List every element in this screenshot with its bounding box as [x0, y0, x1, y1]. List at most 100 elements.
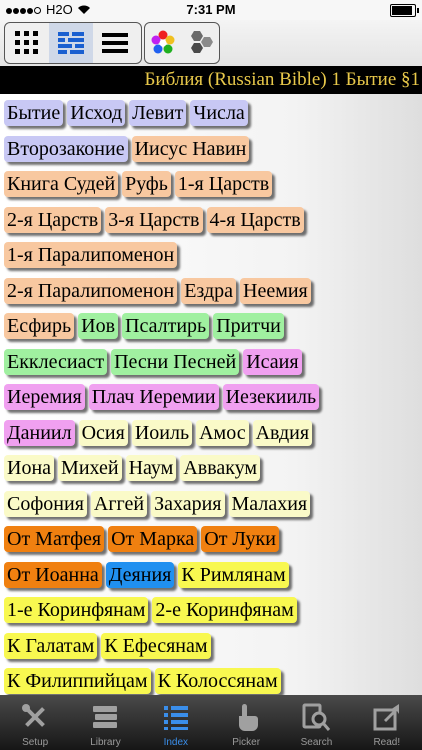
book-button[interactable]: От Луки — [201, 526, 279, 552]
book-button[interactable]: Иезекииль — [222, 384, 320, 410]
book-button[interactable]: Исход — [67, 100, 126, 126]
book-button[interactable]: 1-е Коринфянам — [4, 597, 149, 623]
book-button[interactable]: Ездра — [181, 277, 236, 304]
book-button[interactable]: Захария — [151, 490, 225, 517]
book-button[interactable]: Исаия — [243, 348, 302, 375]
list-view-button[interactable] — [49, 23, 93, 63]
view-mode-group — [4, 22, 142, 64]
passage-title-bar[interactable]: Библия (Russian Bible) 1 Бытие §1 — [0, 66, 422, 94]
book-button[interactable]: Амос — [196, 419, 249, 446]
passage-title: Библия (Russian Bible) 1 Бытие §1 — [144, 69, 420, 90]
book-button[interactable]: Псалтирь — [122, 313, 210, 339]
tab-label: Index — [163, 737, 189, 748]
book-row: Книга Судей Руфь 1-я Царств — [4, 171, 276, 199]
book-button[interactable]: Деяния — [105, 561, 175, 588]
book-button[interactable]: 2-е Коринфянам — [152, 597, 297, 623]
tab-label: Read! — [373, 737, 401, 748]
book-button[interactable]: Числа — [190, 100, 248, 126]
book-button[interactable]: 3-я Царств — [105, 206, 203, 233]
grid-view-button[interactable] — [5, 23, 49, 63]
toolbar — [0, 20, 422, 66]
book-row: Софония Аггей Захария Малахия — [4, 490, 314, 519]
book-button[interactable]: Наум — [125, 455, 177, 481]
book-button[interactable]: Иисус Навин — [131, 135, 250, 162]
book-row: От Матфея От Марка От Луки — [4, 526, 283, 554]
book-button[interactable]: Аввакум — [180, 455, 261, 481]
battery-icon — [390, 4, 419, 17]
lines-view-icon — [102, 33, 128, 53]
color-scheme-button[interactable] — [145, 23, 181, 63]
book-button[interactable]: От Марка — [108, 526, 198, 552]
tab-setup[interactable]: Setup — [0, 695, 70, 750]
book-row: К Галатам К Ефесянам — [4, 632, 215, 661]
hand-pointer-icon — [231, 702, 261, 737]
books-icon — [90, 702, 120, 737]
book-row: 1-е Коринфянам 2-е Коринфянам — [4, 597, 301, 625]
book-row: Даниил Осия Иоиль Амос Авдия — [4, 419, 316, 448]
book-button[interactable]: К Филиппийцам — [4, 668, 151, 694]
book-button[interactable]: Михей — [58, 455, 122, 481]
tab-bar: Setup Library Index Picker Search Read! — [0, 695, 422, 750]
book-row: Бытие Исход Левит Числа — [4, 100, 252, 128]
book-button[interactable]: К Ефесянам — [101, 632, 211, 659]
book-row: Иеремия Плач Иеремии Иезекииль — [4, 384, 323, 412]
book-button[interactable]: К Римлянам — [178, 561, 289, 588]
book-button[interactable]: Осия — [78, 419, 128, 446]
book-row: Второзаконие Иисус Навин — [4, 135, 253, 164]
index-list-icon — [161, 702, 191, 737]
book-button[interactable]: 2-я Паралипоменон — [4, 277, 178, 304]
book-button[interactable]: Иеремия — [4, 384, 85, 410]
book-button[interactable]: Второзаконие — [4, 135, 128, 162]
book-button[interactable]: К Галатам — [4, 632, 98, 659]
book-button[interactable]: Руфь — [122, 171, 171, 197]
book-button[interactable]: Даниил — [4, 419, 75, 446]
book-row: 2-я Паралипоменон Ездра Неемия — [4, 277, 315, 306]
tab-search[interactable]: Search — [281, 695, 351, 750]
book-button[interactable]: Левит — [129, 100, 187, 126]
book-row: 2-я Царств 3-я Царств 4-я Царств — [4, 206, 308, 235]
book-button[interactable]: Малахия — [228, 490, 311, 517]
tab-picker[interactable]: Picker — [211, 695, 281, 750]
search-icon — [301, 702, 331, 737]
tab-label: Picker — [232, 737, 261, 748]
book-button[interactable]: Есфирь — [4, 313, 75, 339]
book-button[interactable]: 1-я Паралипоменон — [4, 242, 178, 268]
tab-read[interactable]: Read! — [352, 695, 422, 750]
book-button[interactable]: К Колоссянам — [154, 668, 281, 694]
book-button[interactable]: Бытие — [4, 100, 64, 126]
book-button[interactable]: От Матфея — [4, 526, 105, 552]
book-row: От Иоанна Деяния К Римлянам — [4, 561, 293, 590]
book-button[interactable]: 1-я Царств — [174, 171, 273, 197]
book-button[interactable]: Иона — [4, 455, 55, 481]
clock: 7:31 PM — [186, 2, 236, 17]
book-button[interactable]: Авдия — [252, 419, 313, 446]
hexagon-icon — [191, 31, 213, 53]
tab-label: Library — [90, 737, 121, 748]
tools-icon — [20, 702, 50, 737]
options-group — [144, 22, 220, 64]
book-button[interactable]: Притчи — [213, 313, 284, 339]
book-row: 1-я Паралипоменон — [4, 242, 181, 270]
book-button[interactable]: От Иоанна — [4, 561, 102, 588]
book-button[interactable]: Софония — [4, 490, 87, 517]
hex-layout-button[interactable] — [181, 23, 217, 63]
book-row: Екклесиаст Песни Песней Исаия — [4, 348, 306, 377]
book-button[interactable]: Плач Иеремии — [88, 384, 219, 410]
book-button[interactable]: Иов — [78, 313, 119, 339]
tab-index[interactable]: Index — [141, 695, 211, 750]
share-arrow-icon — [372, 702, 402, 737]
book-button[interactable]: Книга Судей — [4, 171, 119, 197]
book-button[interactable]: 2-я Царств — [4, 206, 102, 233]
book-button[interactable]: Песни Песней — [111, 348, 240, 375]
tab-library[interactable]: Library — [70, 695, 140, 750]
book-row: Иона Михей Наум Аввакум — [4, 455, 264, 483]
lines-view-button[interactable] — [93, 23, 137, 63]
tab-label: Setup — [22, 737, 49, 748]
book-button[interactable]: Неемия — [240, 277, 311, 304]
book-button[interactable]: Аггей — [90, 490, 148, 517]
book-button[interactable]: Иоиль — [131, 419, 193, 446]
color-wheel-icon — [151, 30, 175, 54]
book-button[interactable]: Екклесиаст — [4, 348, 108, 375]
book-row: К Филиппийцам К Колоссянам — [4, 668, 285, 695]
book-button[interactable]: 4-я Царств — [206, 206, 304, 233]
